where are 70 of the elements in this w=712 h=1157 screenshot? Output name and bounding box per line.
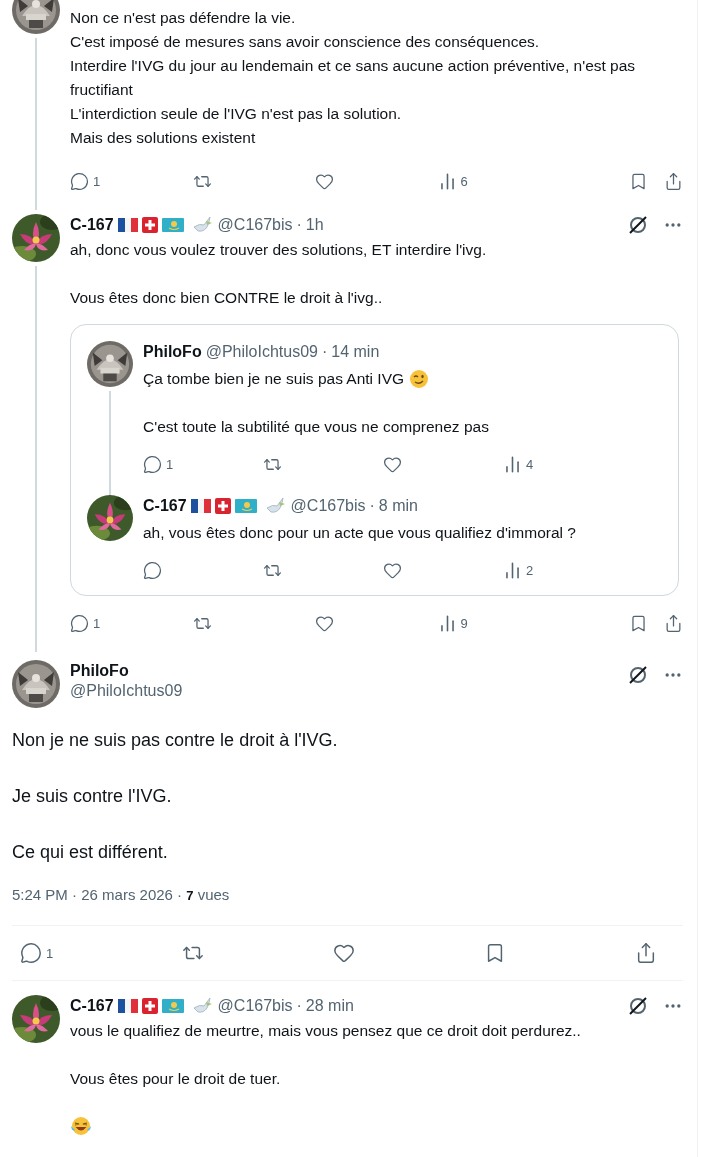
author-handle[interactable]: @PhiloIchtus09: [205, 343, 318, 361]
author-handle[interactable]: @C167bis: [217, 216, 293, 234]
winking-emoji-icon: [409, 369, 430, 389]
post-time[interactable]: 8 min: [378, 497, 418, 515]
post-meta: 5:24 PM · 26 mars 2026 · 7 vues: [12, 886, 230, 903]
laughing-emoji-icon: [70, 1115, 92, 1137]
flag-icon: [234, 499, 257, 513]
post-text: Vous êtes donc bien CONTRE le droit à l'ivg..: [70, 288, 383, 308]
flag-icon: [161, 999, 184, 1013]
post-time[interactable]: 1h: [305, 216, 324, 234]
view-count: 2: [526, 562, 534, 578]
views-icon[interactable]: [503, 560, 522, 580]
separator-dot: ·: [296, 216, 302, 234]
reply-icon[interactable]: [143, 454, 162, 474]
like-icon[interactable]: [315, 171, 334, 191]
like-icon[interactable]: [315, 613, 334, 633]
author-name[interactable]: PhiloFo: [143, 343, 202, 361]
author-handle[interactable]: @C167bis: [290, 497, 366, 515]
view-count: 4: [526, 456, 534, 472]
reply-icon[interactable]: [20, 942, 42, 964]
reply-count: 1: [166, 456, 174, 472]
separator-dot: ·: [369, 497, 375, 515]
post-time[interactable]: 14 min: [331, 343, 380, 361]
post-time[interactable]: 28 min: [305, 997, 354, 1015]
like-icon[interactable]: [383, 454, 402, 474]
view-count: 6: [460, 173, 468, 189]
grok-icon[interactable]: [627, 664, 649, 686]
post-text: Non je ne suis pas contre le droit à l'IVG.: [12, 729, 339, 752]
reply-icon[interactable]: [70, 171, 89, 191]
author-name[interactable]: C-167: [143, 497, 187, 515]
dove-icon: [191, 215, 214, 235]
reply-count: 1: [46, 945, 54, 961]
post-text: Non ce n'est pas défendre la vie. C'est imposé de mesures sans avoir conscience des conséquences. Interdire l'IVG du jour au lendemain et ce sans aucune action préventive, n'est pas fructifiant L'interdiction seule de l'IVG n'est pas la solution. Mais des solutions existent: [70, 8, 637, 148]
author-name[interactable]: C-167: [70, 216, 114, 234]
post-text: Ce qui est différent.: [12, 841, 169, 864]
flag-icon: [161, 218, 184, 232]
flag-icon: [141, 998, 158, 1014]
dove-icon: [191, 996, 214, 1016]
post-text: Ça tombe bien je ne suis pas Anti IVG: [143, 369, 405, 389]
reply-icon[interactable]: [143, 560, 162, 580]
share-icon[interactable]: [635, 942, 657, 964]
separator-dot: ·: [321, 343, 328, 361]
separator-dot: ·: [296, 997, 302, 1015]
post-text: C'est toute la subtilité que vous ne comprenez pas: [143, 417, 489, 437]
post-text: Vous êtes pour le droit de tuer.: [70, 1069, 281, 1089]
reply-icon[interactable]: [70, 613, 89, 633]
author-handle[interactable]: @PhiloIchtus09: [70, 682, 617, 700]
dove-icon: [264, 496, 287, 516]
flag-icon: [214, 498, 231, 514]
post-text: ah, donc vous voulez trouver des solutions, ET interdire l'ivg.: [70, 240, 487, 260]
post-text: vous le qualifiez de meurtre, mais vous pensez que ce droit doit perdurez..: [70, 1021, 581, 1041]
grok-icon[interactable]: [627, 214, 649, 236]
views-icon[interactable]: [503, 454, 522, 474]
flag-icon: [141, 217, 158, 233]
quoted-thread[interactable]: [70, 324, 679, 596]
author-name[interactable]: PhiloFo: [70, 662, 617, 680]
view-count: 9: [460, 615, 468, 631]
post-text: Je suis contre l'IVG.: [12, 785, 173, 808]
bookmark-icon[interactable]: [629, 171, 648, 191]
post-text: ah, vous êtes donc pour un acte que vous qualifiez d'immoral ?: [143, 523, 576, 543]
like-icon[interactable]: [333, 942, 356, 964]
author-handle[interactable]: @C167bis: [217, 997, 293, 1015]
like-icon[interactable]: [383, 560, 402, 580]
author-name[interactable]: C-167: [70, 997, 114, 1015]
reply-count: 1: [93, 615, 101, 631]
grok-icon[interactable]: [627, 995, 649, 1017]
share-icon[interactable]: [664, 171, 683, 191]
reply-count: 1: [93, 173, 101, 189]
share-icon[interactable]: [664, 613, 683, 633]
bookmark-icon[interactable]: [629, 613, 648, 633]
